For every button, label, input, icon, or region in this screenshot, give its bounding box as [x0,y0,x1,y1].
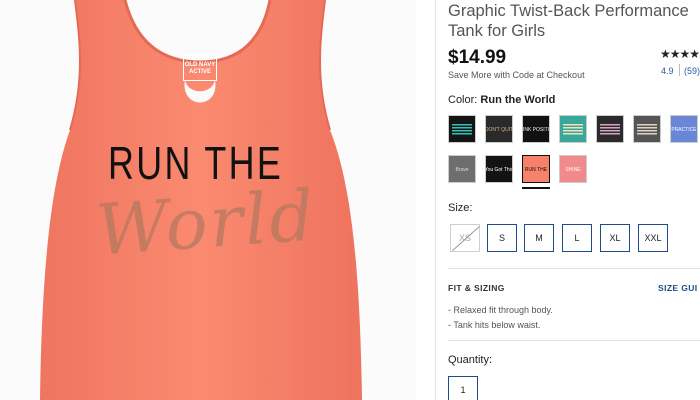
swatch-pattern-stroke [637,133,657,135]
swatch-pattern-stroke [452,133,472,135]
swatch-pattern-stroke [600,133,620,135]
size-option-xl[interactable]: XL [600,224,630,252]
size-guide-link[interactable]: SIZE GUI [658,283,698,293]
swatch-graphic [637,124,657,135]
swatch-graphic: THINK POSITIVE [523,127,549,133]
swatch-you-got-this[interactable]: You Got This [485,155,513,183]
size-option-s[interactable]: S [487,224,517,252]
size-option-xs[interactable]: XS [450,224,480,252]
swatch-graphic [563,124,583,135]
swatch-dont-quit[interactable]: DON'T QUIT [485,115,513,143]
swatch-pattern-stroke [563,127,583,129]
swatch-gray-script[interactable] [633,115,661,143]
swatch-run-the-world[interactable]: RUN THE [522,155,550,183]
swatch-text: SHINE [565,167,581,173]
swatch-text: THINK POSITIVE [523,127,549,133]
swatch-black-stripes[interactable] [448,115,476,143]
print-text-line2: World [93,174,319,272]
swatch-pattern-stroke [563,130,583,132]
swatch-teal-pattern[interactable] [559,115,587,143]
swatch-text: RUN THE [525,167,548,173]
swatch-pattern-stroke [637,130,657,132]
swatch-text: DON'T QUIT [486,127,512,133]
swatch-text: Brave [455,167,468,173]
swatch-pattern-stroke [452,124,472,126]
swatch-pattern-stroke [637,127,657,129]
size-option-m[interactable]: M [524,224,554,252]
review-count-link[interactable]: (59) [684,66,700,76]
brand-tag: OLD NAVY ACTIVE [183,55,217,81]
rating-separator [679,64,680,76]
size-option-l[interactable]: L [562,224,592,252]
swatch-graphic: Brave [455,167,468,173]
swatch-text: PRACTICE [671,127,697,133]
swatch-pattern-stroke [600,130,620,132]
fit-item: - Relaxed fit through body. [448,305,553,315]
swatch-pattern-stroke [452,127,472,129]
product-title-line2: Tank for Girls [448,22,546,40]
fit-item: - Tank hits below waist. [448,320,541,330]
selected-color-name: Run the World [480,94,556,106]
swatch-think-positive[interactable]: THINK POSITIVE [522,115,550,143]
divider [448,268,700,269]
rating-stars-icon[interactable]: ★★★★★ [660,47,700,61]
product-image[interactable]: OLD NAVY ACTIVE RUN THE World [0,0,416,400]
swatch-pattern-stroke [563,124,583,126]
color-label: Color: Run the World [448,94,555,106]
selected-swatch-indicator [522,187,550,189]
swatch-pattern-stroke [563,133,583,135]
swatch-practice[interactable]: PRACTICE [670,115,698,143]
swatch-pattern-stroke [600,127,620,129]
swatch-graphic: RUN THE [525,167,548,173]
color-label-text: Color: [448,94,478,106]
fit-sizing-heading[interactable]: FIT & SIZING [448,283,505,293]
product-title-line1: Graphic Twist-Back Performance [448,2,689,20]
swatch-pattern-stroke [452,130,472,132]
swatch-graphic [452,124,472,135]
pane-divider [435,0,436,400]
swatch-pink-shine[interactable]: SHINE [559,155,587,183]
quantity-label: Quantity: [448,354,493,366]
rating-value[interactable]: 4.9 [661,66,674,76]
swatch-dots[interactable] [596,115,624,143]
print-text-line1: RUN THE [108,137,284,189]
divider [448,340,700,341]
swatch-graphic: You Got This [486,167,512,173]
swatch-text: You Got This [486,167,512,173]
swatch-graphic [600,124,620,135]
product-price: $14.99 [448,47,507,68]
swatch-graphic: DON'T QUIT [486,127,512,133]
quantity-selector[interactable]: 1 [448,376,478,400]
swatch-gray-brave[interactable]: Brave [448,155,476,183]
swatch-graphic: PRACTICE [671,127,697,133]
size-label: Size: [448,202,473,214]
product-details: Graphic Twist-Back Performance Tank for … [448,0,700,400]
swatch-pattern-stroke [600,124,620,126]
price-note: Save More with Code at Checkout [448,70,585,80]
swatch-pattern-stroke [637,124,657,126]
swatch-graphic: SHINE [565,167,581,173]
size-option-xxl[interactable]: XXL [638,224,668,252]
